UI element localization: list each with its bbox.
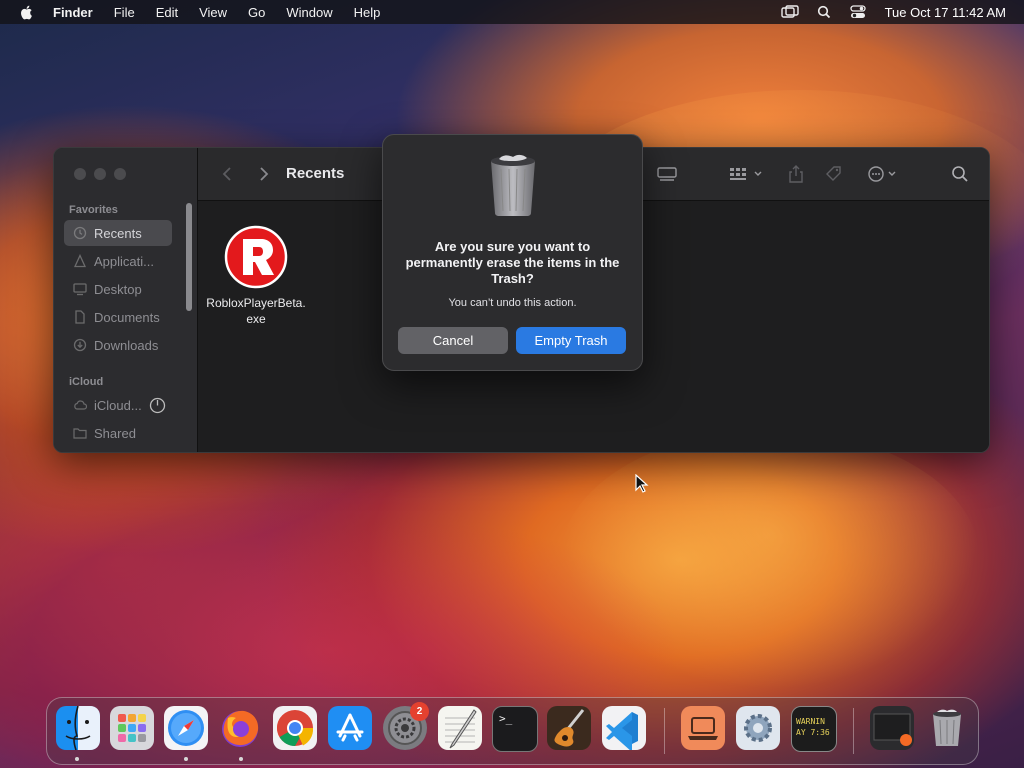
spotlight-search-icon[interactable] — [815, 5, 833, 19]
empty-trash-dialog: Are you sure you want to permanently era… — [382, 134, 643, 371]
sidebar-item-downloads[interactable]: Downloads — [64, 332, 172, 358]
dock-console-icon[interactable]: WARNIN AY 7:36 — [791, 706, 837, 752]
menu-bar: Finder File Edit View Go Window Help Tue… — [0, 0, 1024, 24]
dock-minimized-window-icon[interactable] — [870, 706, 914, 750]
dock-app-store-icon[interactable] — [328, 706, 372, 750]
sidebar-item-label: Recents — [94, 225, 142, 241]
dock-remote-desktop-icon[interactable] — [681, 706, 725, 750]
sidebar-item-label: Shared — [94, 425, 136, 441]
console-line: AY 7:36 — [796, 728, 830, 737]
roblox-app-icon — [224, 225, 288, 289]
back-icon[interactable] — [218, 165, 238, 183]
sidebar-item-label: Downloads — [94, 337, 159, 353]
control-center-icon[interactable] — [849, 5, 867, 19]
desktop-icon — [73, 283, 87, 296]
dock-system-settings-icon[interactable]: 2 — [383, 702, 429, 750]
forward-icon[interactable] — [253, 165, 273, 183]
sidebar-item-label: Desktop — [94, 281, 142, 297]
dock-textedit-icon[interactable] — [438, 706, 482, 750]
dock-terminal-icon[interactable]: >_ — [492, 706, 538, 752]
menu-window[interactable]: Window — [286, 5, 332, 20]
dock-garageband-icon[interactable] — [547, 706, 591, 750]
window-zoom-button[interactable] — [114, 168, 126, 180]
download-icon — [73, 338, 87, 352]
window-minimize-button[interactable] — [94, 168, 106, 180]
empty-trash-button[interactable]: Empty Trash — [516, 327, 626, 354]
sidebar-section-icloud: iCloud — [69, 376, 104, 388]
group-by-icon[interactable] — [728, 165, 768, 183]
sidebar-item-shared[interactable]: Shared — [64, 420, 172, 446]
sidebar-item-documents[interactable]: Documents — [64, 304, 172, 330]
cancel-button[interactable]: Cancel — [398, 327, 508, 354]
file-item[interactable]: RobloxPlayerBeta. exe — [206, 225, 306, 327]
trash-full-icon — [491, 154, 535, 216]
sidebar-section-favorites: Favorites — [69, 204, 118, 216]
menu-clock[interactable]: Tue Oct 17 11:42 AM — [885, 5, 1006, 20]
finder-sidebar: Favorites Recents Applicati... Desktop D… — [54, 148, 198, 452]
cloud-icon — [74, 400, 87, 410]
sidebar-item-label: Applicati... — [94, 253, 154, 269]
dock-launchpad-icon[interactable] — [110, 706, 154, 750]
sidebar-item-icloud-drive[interactable]: iCloud... — [64, 392, 174, 418]
search-icon[interactable] — [950, 165, 970, 183]
dialog-title: Are you sure you want to permanently era… — [405, 239, 620, 286]
menu-view[interactable]: View — [199, 5, 227, 20]
window-title: Recents — [286, 165, 345, 182]
dialog-message: You can’t undo this action. — [448, 297, 577, 309]
clock-icon — [73, 226, 87, 240]
file-name-extension: exe — [246, 312, 266, 326]
sidebar-item-recents[interactable]: Recents — [64, 220, 172, 246]
gallery-view-icon[interactable] — [656, 165, 678, 183]
dock-trash-icon[interactable] — [925, 706, 969, 750]
apple-logo-icon[interactable] — [19, 4, 35, 20]
window-close-button[interactable] — [74, 168, 86, 180]
dock-finder-icon[interactable] — [56, 705, 100, 751]
sync-progress-icon — [149, 397, 165, 413]
sidebar-item-label: iCloud... — [94, 397, 142, 413]
applications-icon — [73, 254, 87, 268]
dock-firefox-icon[interactable] — [218, 706, 262, 750]
sidebar-item-applications[interactable]: Applicati... — [64, 248, 172, 274]
dock-safari-icon[interactable] — [164, 706, 208, 750]
menu-app-finder[interactable]: Finder — [53, 5, 93, 20]
tag-icon[interactable] — [824, 165, 844, 183]
file-name: RobloxPlayerBeta. — [206, 296, 306, 310]
mouse-pointer-icon — [635, 474, 649, 493]
share-icon[interactable] — [786, 165, 806, 183]
console-line: WARNIN — [796, 717, 825, 726]
screen-mirroring-icon[interactable] — [780, 5, 799, 19]
dock-chrome-icon[interactable] — [273, 706, 317, 750]
more-actions-icon[interactable] — [866, 165, 902, 183]
dock: 2 >_ WARNIN AY 7:36 — [46, 697, 979, 765]
notification-badge: 2 — [410, 702, 429, 721]
dock-vscode-icon[interactable] — [602, 706, 646, 752]
menu-go[interactable]: Go — [248, 5, 265, 20]
menu-help[interactable]: Help — [354, 5, 381, 20]
sidebar-item-label: Documents — [94, 309, 160, 325]
sidebar-item-desktop[interactable]: Desktop — [64, 276, 172, 302]
dock-utility-icon[interactable] — [736, 706, 780, 750]
document-icon — [75, 310, 85, 324]
terminal-prompt: >_ — [499, 712, 513, 725]
menu-edit[interactable]: Edit — [156, 5, 178, 20]
menu-file[interactable]: File — [114, 5, 135, 20]
shared-folder-icon — [73, 428, 87, 439]
sidebar-scrollbar[interactable] — [186, 203, 192, 311]
